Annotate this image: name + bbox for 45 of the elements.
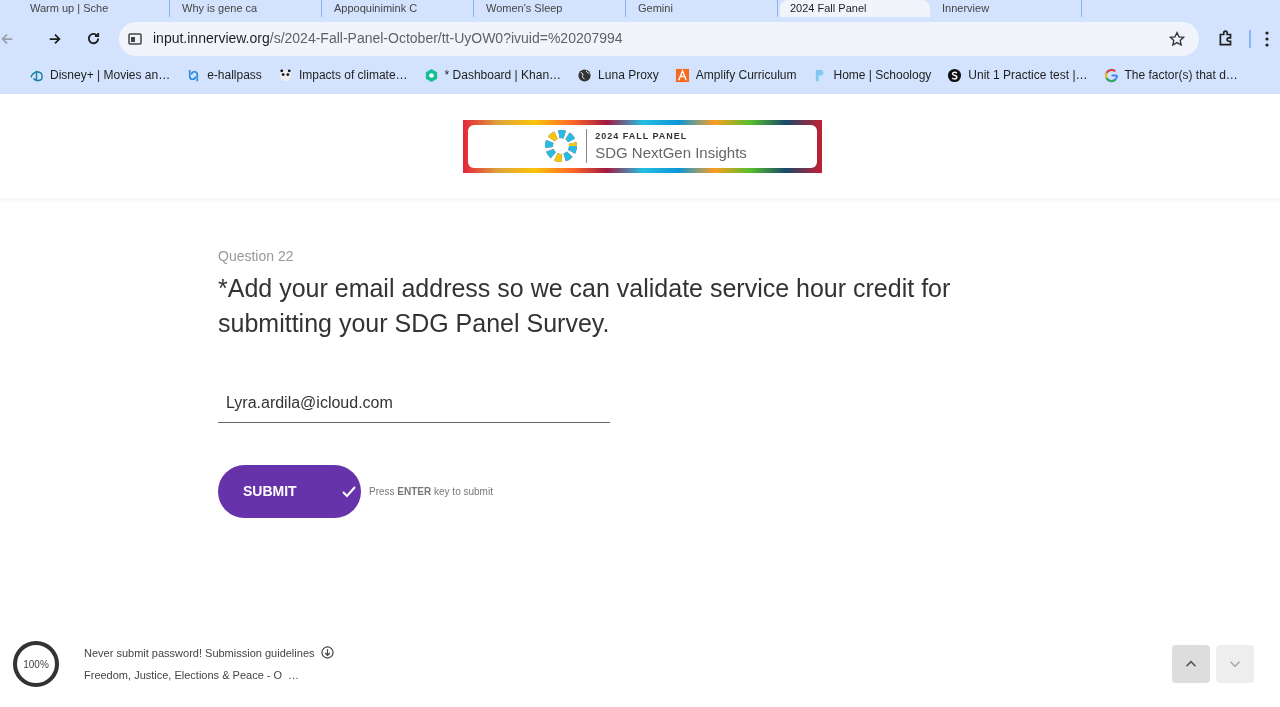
- browser-tab[interactable]: Gemini: [628, 0, 778, 17]
- submit-hint: Press ENTER key to submit: [369, 485, 493, 499]
- bookmark-item[interactable]: Home | Schoology: [812, 66, 932, 84]
- bookmark-item[interactable]: Amplify Curriculum: [674, 66, 797, 84]
- question-text: *Add your email address so we can validate service hour credit for submitting your SDG Panel Survey.: [218, 273, 952, 339]
- site-info-icon[interactable]: [127, 30, 143, 47]
- bookmark-item[interactable]: The factor(s) that d…: [1103, 66, 1238, 84]
- bookmark-item[interactable]: Unit 1 Practice test |…: [947, 66, 1088, 84]
- address-bar[interactable]: input.innerview.org/s/2024-Fall-Panel-October/tt-UyOW0?ivuid=%20207994: [119, 21, 1199, 56]
- browser-tab[interactable]: Innerview: [932, 0, 1082, 17]
- browser-tab[interactable]: Women's Sleep: [476, 0, 626, 17]
- browser-tab[interactable]: 2024 Fall Panel: [780, 0, 930, 17]
- browser-tab[interactable]: Why is gene ca: [172, 0, 322, 17]
- chevron-up-icon: [1184, 659, 1198, 669]
- bookmark-item[interactable]: Impacts of climate…: [277, 66, 408, 84]
- bookmark-item[interactable]: Luna Proxy: [577, 66, 659, 84]
- url-text: input.innerview.org/s/2024-Fall-Panel-October/tt-UyOW0?ivuid=%20207994: [153, 29, 624, 48]
- progress-ring: 100%: [12, 640, 60, 688]
- hexagon-icon: [423, 67, 439, 83]
- submit-button[interactable]: SUBMIT: [218, 465, 361, 518]
- letter-a-icon: [674, 67, 690, 83]
- more-text[interactable]: …: [288, 667, 300, 684]
- google-icon: [1103, 67, 1119, 83]
- browser-tab[interactable]: Warm up | Sche: [20, 0, 170, 17]
- chevron-down-icon: [1228, 659, 1242, 669]
- letter-s-icon: [947, 67, 963, 83]
- bookmark-star-icon[interactable]: [1169, 30, 1185, 47]
- bookmark-item[interactable]: e-hallpass: [186, 66, 262, 84]
- download-icon[interactable]: [320, 646, 334, 660]
- forward-icon[interactable]: [48, 31, 62, 46]
- globe-icon: [577, 67, 593, 83]
- check-icon: [341, 485, 356, 498]
- question-number: Question 22: [218, 247, 295, 266]
- panda-icon: [277, 67, 293, 83]
- notice-text: Never submit password! Submission guidelines: [84, 645, 315, 661]
- bookmark-item[interactable]: * Dashboard | Khan…: [423, 66, 562, 84]
- bookmark-item[interactable]: Disney+ | Movies an…: [29, 66, 171, 84]
- reload-icon[interactable]: [86, 31, 101, 46]
- section-text: Freedom, Justice, Elections & Peace - O: [84, 668, 283, 683]
- banner-kicker: 2024 FALL PANEL: [595, 132, 689, 141]
- browser-tab[interactable]: Appoquinimink C: [324, 0, 474, 17]
- banner-title: SDG NextGen Insights: [595, 145, 747, 160]
- menu-icon[interactable]: [1265, 30, 1269, 47]
- email-field[interactable]: Lyra.ardila@icloud.com: [218, 383, 610, 423]
- sdg-wheel-icon: [544, 129, 579, 163]
